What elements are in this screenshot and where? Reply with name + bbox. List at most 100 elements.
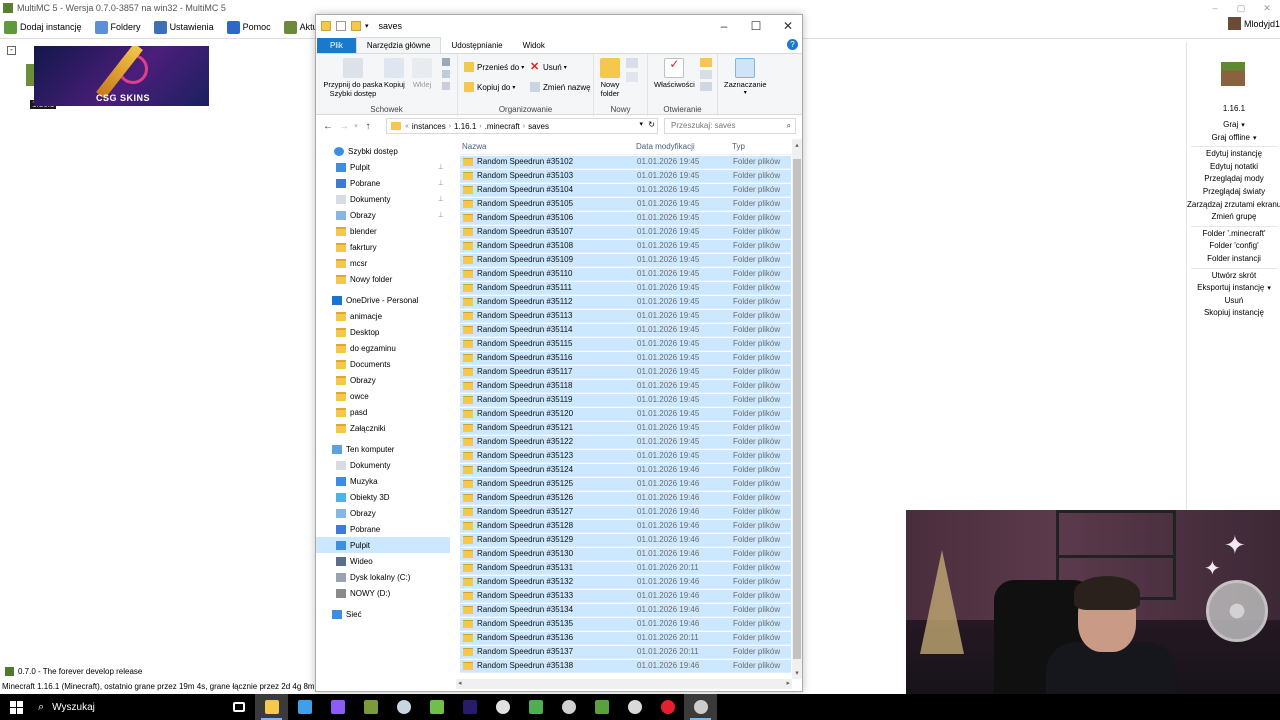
file-row[interactable]: Random Speedrun #35122 01.01.2026 19:45 Fo…: [460, 436, 791, 449]
action-folder-minecraft[interactable]: Folder '.minecraft': [1187, 229, 1280, 238]
steam-taskbar-button[interactable]: [387, 694, 420, 720]
forward-icon[interactable]: →: [336, 121, 352, 132]
chevron-down-icon[interactable]: ▾: [639, 120, 643, 128]
action-skopiuj-instancje[interactable]: Skopiuj instancję: [1187, 308, 1280, 317]
address-bar[interactable]: « instances › 1.16.1 › .minecraft › save…: [386, 118, 658, 134]
open-icons[interactable]: [700, 58, 712, 91]
select-button[interactable]: Zaznaczanie ▾: [724, 58, 767, 98]
horizontal-scrollbar[interactable]: ◂ ▸: [456, 679, 792, 689]
recent-locations-icon[interactable]: ▾: [352, 122, 360, 130]
opera-taskbar-button[interactable]: [651, 694, 684, 720]
file-row[interactable]: Random Speedrun #35134 01.01.2026 19:46 Fo…: [460, 604, 791, 617]
properties-quick-icon[interactable]: [336, 21, 346, 31]
discord-taskbar-button[interactable]: [618, 694, 651, 720]
action-zarzadzaj-zrzutami-ekranu[interactable]: Zarządzaj zrzutami ekranu: [1187, 200, 1280, 209]
news-text[interactable]: 0.7.0 - The forever develop release: [18, 667, 142, 676]
start-button[interactable]: [0, 694, 32, 720]
nav-item-obrazy[interactable]: Obrazy: [316, 372, 450, 388]
task-view-taskbar-button[interactable]: [222, 694, 255, 720]
file-row[interactable]: Random Speedrun #35112 01.01.2026 19:45 Fo…: [460, 296, 791, 309]
file-row[interactable]: Random Speedrun #35106 01.01.2026 19:45 Fo…: [460, 212, 791, 225]
history-icon[interactable]: [700, 82, 712, 91]
toolbar-dodaj-instancje-button[interactable]: Dodaj instancję: [0, 20, 82, 34]
nav-item-dokumenty[interactable]: Dokumenty: [316, 457, 450, 473]
action-przegladaj-mody[interactable]: Przeglądaj mody: [1187, 174, 1280, 183]
scroll-left-icon[interactable]: ◂: [458, 679, 462, 687]
minimize-icon[interactable]: –: [708, 15, 740, 37]
instance-large-icon[interactable]: [1221, 62, 1245, 86]
minimize-icon[interactable]: –: [1202, 0, 1228, 16]
nav-item-blender[interactable]: blender: [316, 223, 450, 239]
close-icon[interactable]: ✕: [772, 15, 802, 37]
scrollbar-thumb[interactable]: [793, 159, 801, 659]
new-item-icons[interactable]: [626, 58, 638, 82]
open-icon[interactable]: [700, 58, 712, 67]
nav-item-muzyka[interactable]: Muzyka: [316, 473, 450, 489]
file-row[interactable]: Random Speedrun #35117 01.01.2026 19:45 Fo…: [460, 366, 791, 379]
nav-item-pulpit[interactable]: Pulpit: [316, 537, 450, 553]
paste-button[interactable]: Wklej: [412, 58, 432, 89]
scroll-right-icon[interactable]: ▸: [786, 679, 790, 687]
book-taskbar-button[interactable]: [585, 694, 618, 720]
file-row[interactable]: Random Speedrun #35115 01.01.2026 19:45 Fo…: [460, 338, 791, 351]
file-row[interactable]: Random Speedrun #35131 01.01.2026 20:11 Fo…: [460, 562, 791, 575]
ribbon-group-zaznaczanie[interactable]: Zaznaczanie ▾: [718, 54, 778, 116]
action-edytuj-notatki[interactable]: Edytuj notatki: [1187, 162, 1280, 171]
scroll-up-icon[interactable]: ▴: [792, 141, 802, 149]
file-row[interactable]: Random Speedrun #35105 01.01.2026 19:45 Fo…: [460, 198, 791, 211]
nav-item-dokumenty[interactable]: Dokumenty ⊥: [316, 191, 450, 207]
obsidian-taskbar-button[interactable]: [321, 694, 354, 720]
multimc-taskbar-button[interactable]: [288, 694, 321, 720]
file-row[interactable]: Random Speedrun #35128 01.01.2026 19:46 Fo…: [460, 520, 791, 533]
copy-path-icon[interactable]: [442, 70, 450, 78]
file-row[interactable]: Random Speedrun #35126 01.01.2026 19:46 Fo…: [460, 492, 791, 505]
cut-copy-path-icons[interactable]: [442, 58, 452, 98]
file-row[interactable]: Random Speedrun #35125 01.01.2026 19:46 Fo…: [460, 478, 791, 491]
nav-item-do-egzaminu[interactable]: do egzaminu: [316, 340, 450, 356]
file-row[interactable]: Random Speedrun #35116 01.01.2026 19:45 Fo…: [460, 352, 791, 365]
paint-taskbar-button[interactable]: [552, 694, 585, 720]
quick-access-dropdown-icon[interactable]: ▾: [365, 22, 369, 30]
column-name[interactable]: Nazwa: [462, 142, 486, 151]
toolbar-ustawienia-button[interactable]: Ustawienia: [150, 20, 214, 34]
settings-gear-taskbar-button[interactable]: [486, 694, 519, 720]
file-row[interactable]: Random Speedrun #35123 01.01.2026 19:45 Fo…: [460, 450, 791, 463]
breadcrumb-version[interactable]: 1.16.1: [454, 122, 476, 131]
file-row[interactable]: Random Speedrun #35108 01.01.2026 19:45 Fo…: [460, 240, 791, 253]
cut-icon[interactable]: [442, 58, 450, 66]
breadcrumb-instances[interactable]: instances: [412, 122, 446, 131]
nav-item-pulpit[interactable]: Pulpit ⊥: [316, 159, 450, 175]
action-folder-config[interactable]: Folder 'config': [1187, 241, 1280, 250]
rename-button[interactable]: Zmień nazwę: [530, 82, 591, 92]
chevron-right-icon[interactable]: ›: [523, 123, 525, 130]
action-edytuj-instancje[interactable]: Edytuj instancję: [1187, 149, 1280, 158]
help-icon[interactable]: ?: [787, 39, 798, 50]
account-button[interactable]: Mlodyjd1: [1227, 17, 1280, 30]
nav-item-pobrane[interactable]: Pobrane: [316, 521, 450, 537]
tab-narzedzia-glowne[interactable]: Narzędzia główne: [355, 37, 442, 53]
paste-shortcut-icon[interactable]: [442, 82, 450, 90]
action-graj-offline[interactable]: Graj offline ▾: [1187, 133, 1280, 142]
nav-item-siec[interactable]: Sieć: [316, 606, 450, 622]
action-przegladaj-swiaty[interactable]: Przeglądaj światy: [1187, 187, 1280, 196]
nav-item-nowy-folder[interactable]: Nowy folder: [316, 271, 450, 287]
nav-item-obrazy[interactable]: Obrazy: [316, 505, 450, 521]
file-row[interactable]: Random Speedrun #35137 01.01.2026 20:11 Fo…: [460, 646, 791, 659]
edit-icon[interactable]: [700, 70, 712, 79]
file-row[interactable]: Random Speedrun #35102 01.01.2026 19:45 Fo…: [460, 156, 791, 169]
action-eksportuj-instancje[interactable]: Eksportuj instancję ▾: [1187, 283, 1280, 292]
file-row[interactable]: Random Speedrun #35119 01.01.2026 19:45 Fo…: [460, 394, 791, 407]
file-row[interactable]: Random Speedrun #35103 01.01.2026 19:45 Fo…: [460, 170, 791, 183]
action-folder-instancji[interactable]: Folder instancji: [1187, 254, 1280, 263]
nav-item-documents[interactable]: Documents: [316, 356, 450, 372]
search-icon[interactable]: ⌕: [787, 119, 791, 133]
file-row[interactable]: Random Speedrun #35127 01.01.2026 19:46 Fo…: [460, 506, 791, 519]
nav-item-mcsr[interactable]: mcsr: [316, 255, 450, 271]
file-row[interactable]: Random Speedrun #35104 01.01.2026 19:45 Fo…: [460, 184, 791, 197]
maximize-icon[interactable]: ☐: [740, 15, 772, 37]
nav-item-obiekty-3d[interactable]: Obiekty 3D: [316, 489, 450, 505]
new-item-icon[interactable]: [626, 58, 638, 68]
scroll-down-icon[interactable]: ▾: [792, 669, 802, 677]
file-row[interactable]: Random Speedrun #35132 01.01.2026 19:46 Fo…: [460, 576, 791, 589]
nav-item-onedrive-personal[interactable]: OneDrive - Personal: [316, 292, 450, 308]
